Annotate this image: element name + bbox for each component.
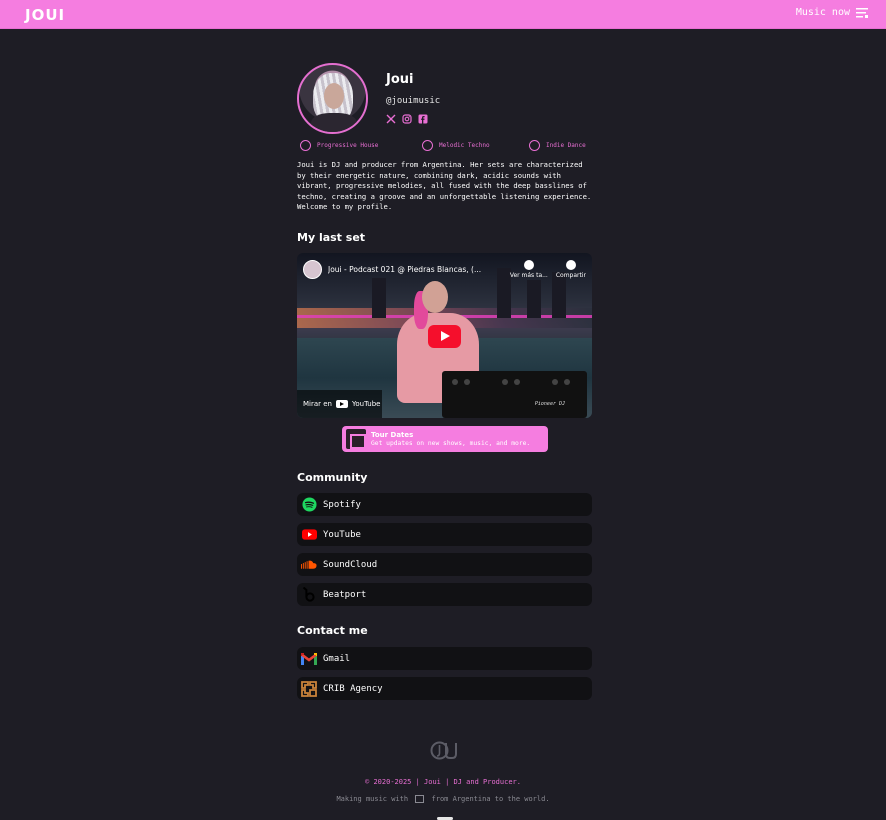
community-title: Community — [297, 471, 368, 484]
clock-icon — [523, 260, 534, 270]
profile-avatar — [297, 63, 368, 134]
watch-on-label: Mirar en — [303, 400, 332, 408]
progressive-house-icon — [300, 140, 311, 151]
menu-icon — [856, 7, 868, 18]
spotify-link[interactable]: Spotify — [297, 493, 592, 516]
play-button[interactable] — [428, 325, 461, 348]
spotify-icon — [301, 497, 317, 513]
genre-tag-label: Progressive House — [317, 142, 379, 149]
profile-name: Joui — [386, 72, 414, 87]
made-with-text: Making music with from Argentina to the … — [0, 795, 886, 803]
heart-icon — [415, 795, 425, 803]
youtube-wordmark: YouTube — [352, 400, 381, 408]
beatport-link[interactable]: Beatport — [297, 583, 592, 606]
joui-footer-logo — [430, 741, 457, 760]
genre-tag-label: Indie Dance — [546, 142, 586, 149]
video-top-bar: Joui - Podcast 021 @ Piedras Blancas, (.… — [303, 260, 586, 279]
contact-title: Contact me — [297, 624, 368, 637]
calendar-icon — [346, 429, 366, 449]
music-now-menu[interactable]: Music now — [796, 7, 868, 18]
gmail-label: Gmail — [323, 653, 351, 664]
crib-agency-icon — [301, 680, 317, 697]
made-with-prefix: Making music with — [336, 795, 409, 803]
youtube-link[interactable]: YouTube — [297, 523, 592, 546]
indie-dance-icon — [529, 140, 540, 151]
watch-later-button[interactable]: Ver más ta... — [510, 260, 548, 279]
watch-later-label: Ver más ta... — [509, 272, 548, 279]
melodic-techno-icon — [422, 140, 433, 151]
facebook-icon[interactable] — [418, 114, 428, 124]
genre-tags: Progressive House Melodic Techno Indie D… — [300, 140, 592, 154]
instagram-icon[interactable] — [402, 114, 412, 124]
genre-tag: Melodic Techno — [422, 140, 490, 151]
crib-agency-link[interactable]: CRIB Agency — [297, 677, 592, 700]
gmail-icon — [301, 651, 317, 667]
tour-dates-subtitle: Get updates on new shows, music, and mor… — [371, 440, 531, 447]
tour-dates-banner[interactable]: Tour Dates Get updates on new shows, mus… — [342, 426, 548, 452]
dj-controller-image: Pioneer DJ — [442, 371, 587, 418]
channel-avatar[interactable] — [303, 260, 322, 279]
watch-on-youtube-button[interactable]: Mirar en YouTube — [297, 390, 382, 418]
soundcloud-icon — [301, 557, 317, 573]
beatport-icon — [301, 587, 317, 603]
soundcloud-label: SoundCloud — [323, 559, 378, 570]
youtube-video-embed[interactable]: Pioneer DJ Joui - Podcast 021 @ Piedras … — [297, 253, 592, 418]
youtube-label: YouTube — [323, 529, 361, 540]
gmail-link[interactable]: Gmail — [297, 647, 592, 670]
deck-brand: Pioneer DJ — [534, 401, 565, 407]
copyright-text: © 2020-2025 | Joui | DJ and Producer. — [365, 778, 521, 786]
youtube-logo-icon — [336, 400, 348, 408]
share-icon — [565, 260, 576, 270]
share-label: Compartir — [555, 272, 586, 279]
youtube-icon — [301, 527, 317, 543]
social-links — [386, 114, 428, 124]
music-now-label: Music now — [795, 7, 850, 18]
genre-tag: Indie Dance — [529, 140, 586, 151]
profile-handle: @jouimusic — [386, 96, 441, 106]
beatport-label: Beatport — [323, 589, 367, 600]
made-with-suffix: from Argentina to the world. — [431, 795, 550, 803]
profile-bio: Joui is DJ and producer from Argentina. … — [297, 160, 592, 211]
joui-logo[interactable]: JOUI — [25, 6, 65, 24]
tour-dates-title: Tour Dates — [371, 431, 414, 439]
last-set-title: My last set — [297, 231, 366, 244]
genre-tag: Progressive House — [300, 140, 378, 151]
x-icon[interactable] — [386, 114, 396, 124]
crib-agency-label: CRIB Agency — [323, 683, 383, 694]
spotify-label: Spotify — [323, 499, 361, 510]
soundcloud-link[interactable]: SoundCloud — [297, 553, 592, 576]
top-navigation-bar: JOUI Music now — [0, 0, 886, 29]
share-button[interactable]: Compartir — [556, 260, 586, 279]
genre-tag-label: Melodic Techno — [439, 142, 490, 149]
video-title[interactable]: Joui - Podcast 021 @ Piedras Blancas, (.… — [328, 265, 502, 274]
